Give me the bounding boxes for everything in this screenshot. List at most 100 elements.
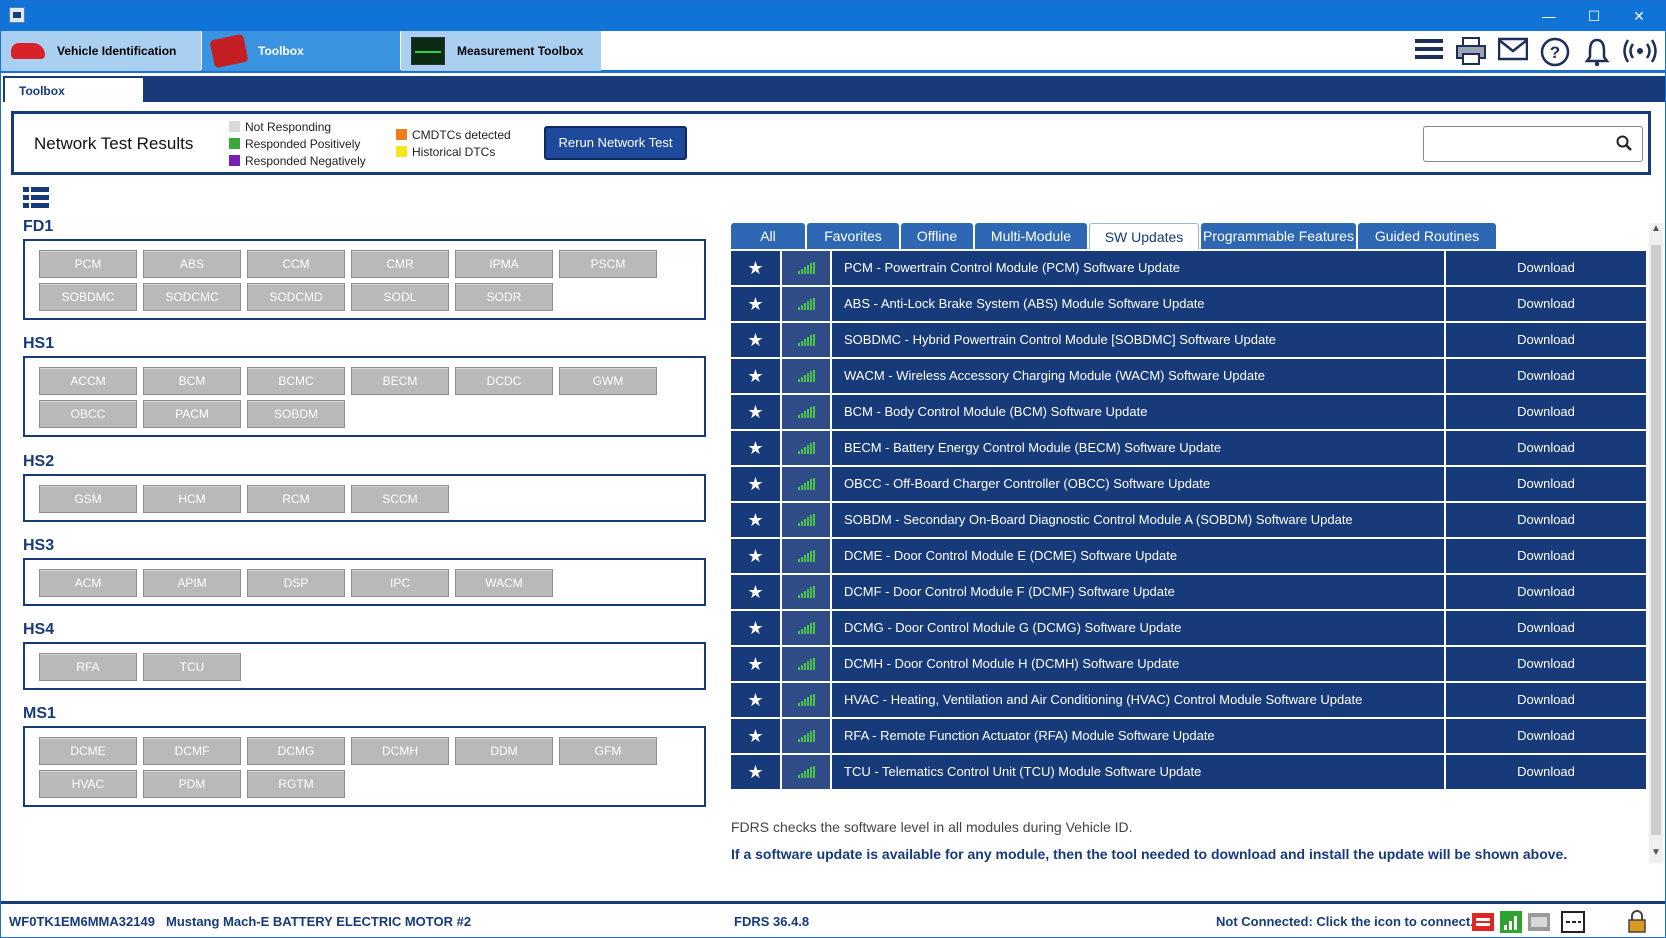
module-button-dcmg[interactable]: DCMG	[247, 737, 345, 765]
module-button-hcm[interactable]: HCM	[143, 485, 241, 513]
download-button[interactable]: Download	[1446, 719, 1646, 753]
download-button[interactable]: Download	[1446, 611, 1646, 645]
module-button-obcc[interactable]: OBCC	[39, 400, 137, 428]
search-input[interactable]	[1423, 126, 1643, 162]
download-button[interactable]: Download	[1446, 683, 1646, 717]
update-description[interactable]: RFA - Remote Function Actuator (RFA) Mod…	[832, 719, 1444, 753]
table-row[interactable]: ★ SOBDM - Secondary On-Board Diagnostic C…	[731, 503, 1646, 537]
table-row[interactable]: ★ DCMF - Door Control Module F (DCMF) Sof…	[731, 575, 1646, 609]
favorite-star-icon[interactable]: ★	[731, 287, 780, 321]
module-button-sodl[interactable]: SODL	[351, 283, 449, 311]
menu-icon[interactable]	[1413, 37, 1445, 67]
download-button[interactable]: Download	[1446, 467, 1646, 501]
module-button-dcme[interactable]: DCME	[39, 737, 137, 765]
table-row[interactable]: ★ DCME - Door Control Module E (DCME) Sof…	[731, 539, 1646, 573]
module-button-cmr[interactable]: CMR	[351, 250, 449, 278]
update-description[interactable]: PCM - Powertrain Control Module (PCM) So…	[832, 251, 1444, 285]
tab-multi-module[interactable]: Multi-Module	[975, 223, 1087, 249]
maximize-button[interactable]: ☐	[1580, 5, 1608, 27]
close-button[interactable]: ✕	[1625, 5, 1653, 27]
module-button-gfm[interactable]: GFM	[559, 737, 657, 765]
list-view-icon[interactable]	[23, 187, 49, 209]
scroll-thumb[interactable]	[1651, 245, 1661, 835]
download-button[interactable]: Download	[1446, 287, 1646, 321]
module-button-sodr[interactable]: SODR	[455, 283, 553, 311]
tab-measurement-toolbox[interactable]: Measurement Toolbox	[401, 31, 601, 71]
update-description[interactable]: OBCC - Off-Board Charger Controller (OBC…	[832, 467, 1444, 501]
rerun-network-test-button[interactable]: Rerun Network Test	[544, 126, 687, 160]
module-button-rgtm[interactable]: RGTM	[247, 770, 345, 798]
module-button-hvac[interactable]: HVAC	[39, 770, 137, 798]
module-button-acm[interactable]: ACM	[39, 569, 137, 597]
scroll-down-arrow[interactable]: ▼	[1649, 847, 1663, 863]
bell-icon[interactable]	[1581, 37, 1613, 67]
favorite-star-icon[interactable]: ★	[731, 755, 780, 789]
table-row[interactable]: ★ BECM - Battery Energy Control Module (B…	[731, 431, 1646, 465]
module-button-sccm[interactable]: SCCM	[351, 485, 449, 513]
tab-toolbox[interactable]: Toolbox	[202, 31, 400, 71]
tab-offline[interactable]: Offline	[901, 223, 973, 249]
favorite-star-icon[interactable]: ★	[731, 683, 780, 717]
tab-vehicle-identification[interactable]: Vehicle Identification	[1, 31, 201, 71]
tab-all[interactable]: All	[731, 223, 805, 249]
module-button-ccm[interactable]: CCM	[247, 250, 345, 278]
module-button-rcm[interactable]: RCM	[247, 485, 345, 513]
scroll-up-arrow[interactable]: ▲	[1649, 223, 1663, 239]
favorite-star-icon[interactable]: ★	[731, 647, 780, 681]
favorite-star-icon[interactable]: ★	[731, 539, 780, 573]
table-row[interactable]: ★ PCM - Powertrain Control Module (PCM) S…	[731, 251, 1646, 285]
results-scrollbar[interactable]: ▲ ▼	[1649, 223, 1663, 863]
minimize-button[interactable]: —	[1535, 5, 1563, 27]
printer-icon[interactable]	[1455, 37, 1487, 67]
download-button[interactable]: Download	[1446, 323, 1646, 357]
help-icon[interactable]: ?	[1539, 37, 1571, 67]
update-description[interactable]: BCM - Body Control Module (BCM) Software…	[832, 395, 1444, 429]
module-button-tcu[interactable]: TCU	[143, 653, 241, 681]
module-button-sodcmd[interactable]: SODCMD	[247, 283, 345, 311]
subtab-toolbox[interactable]: Toolbox	[5, 78, 143, 102]
update-description[interactable]: BECM - Battery Energy Control Module (BE…	[832, 431, 1444, 465]
download-button[interactable]: Download	[1446, 431, 1646, 465]
module-button-gwm[interactable]: GWM	[559, 367, 657, 395]
download-button[interactable]: Download	[1446, 395, 1646, 429]
module-button-becm[interactable]: BECM	[351, 367, 449, 395]
module-button-abs[interactable]: ABS	[143, 250, 241, 278]
favorite-star-icon[interactable]: ★	[731, 395, 780, 429]
module-button-rfa[interactable]: RFA	[39, 653, 137, 681]
favorite-star-icon[interactable]: ★	[731, 431, 780, 465]
module-button-bcmc[interactable]: BCMC	[247, 367, 345, 395]
table-row[interactable]: ★ DCMG - Door Control Module G (DCMG) Sof…	[731, 611, 1646, 645]
wireless-icon[interactable]	[1623, 37, 1657, 67]
module-button-pacm[interactable]: PACM	[143, 400, 241, 428]
module-button-sodcmc[interactable]: SODCMC	[143, 283, 241, 311]
favorite-star-icon[interactable]: ★	[731, 359, 780, 393]
table-row[interactable]: ★ BCM - Body Control Module (BCM) Softwar…	[731, 395, 1646, 429]
module-button-dcmh[interactable]: DCMH	[351, 737, 449, 765]
mail-icon[interactable]	[1497, 37, 1529, 67]
favorite-star-icon[interactable]: ★	[731, 323, 780, 357]
download-button[interactable]: Download	[1446, 251, 1646, 285]
module-button-pdm[interactable]: PDM	[143, 770, 241, 798]
table-row[interactable]: ★ HVAC - Heating, Ventilation and Air Con…	[731, 683, 1646, 717]
update-description[interactable]: HVAC - Heating, Ventilation and Air Cond…	[832, 683, 1444, 717]
update-description[interactable]: DCME - Door Control Module E (DCME) Soft…	[832, 539, 1444, 573]
tab-favorites[interactable]: Favorites	[807, 223, 899, 249]
favorite-star-icon[interactable]: ★	[731, 251, 780, 285]
module-button-dcdc[interactable]: DCDC	[455, 367, 553, 395]
module-button-gsm[interactable]: GSM	[39, 485, 137, 513]
table-row[interactable]: ★ SOBDMC - Hybrid Powertrain Control Modu…	[731, 323, 1646, 357]
update-description[interactable]: DCMH - Door Control Module H (DCMH) Soft…	[832, 647, 1444, 681]
download-button[interactable]: Download	[1446, 755, 1646, 789]
favorite-star-icon[interactable]: ★	[731, 503, 780, 537]
module-button-sobdmc[interactable]: SOBDMC	[39, 283, 137, 311]
download-button[interactable]: Download	[1446, 503, 1646, 537]
update-description[interactable]: DCMF - Door Control Module F (DCMF) Soft…	[832, 575, 1444, 609]
favorite-star-icon[interactable]: ★	[731, 719, 780, 753]
table-row[interactable]: ★ OBCC - Off-Board Charger Controller (OB…	[731, 467, 1646, 501]
update-description[interactable]: TCU - Telematics Control Unit (TCU) Modu…	[832, 755, 1444, 789]
favorite-star-icon[interactable]: ★	[731, 467, 780, 501]
module-button-ddm[interactable]: DDM	[455, 737, 553, 765]
update-description[interactable]: WACM - Wireless Accessory Charging Modul…	[832, 359, 1444, 393]
tab-guided-routines[interactable]: Guided Routines	[1358, 223, 1496, 249]
download-button[interactable]: Download	[1446, 647, 1646, 681]
